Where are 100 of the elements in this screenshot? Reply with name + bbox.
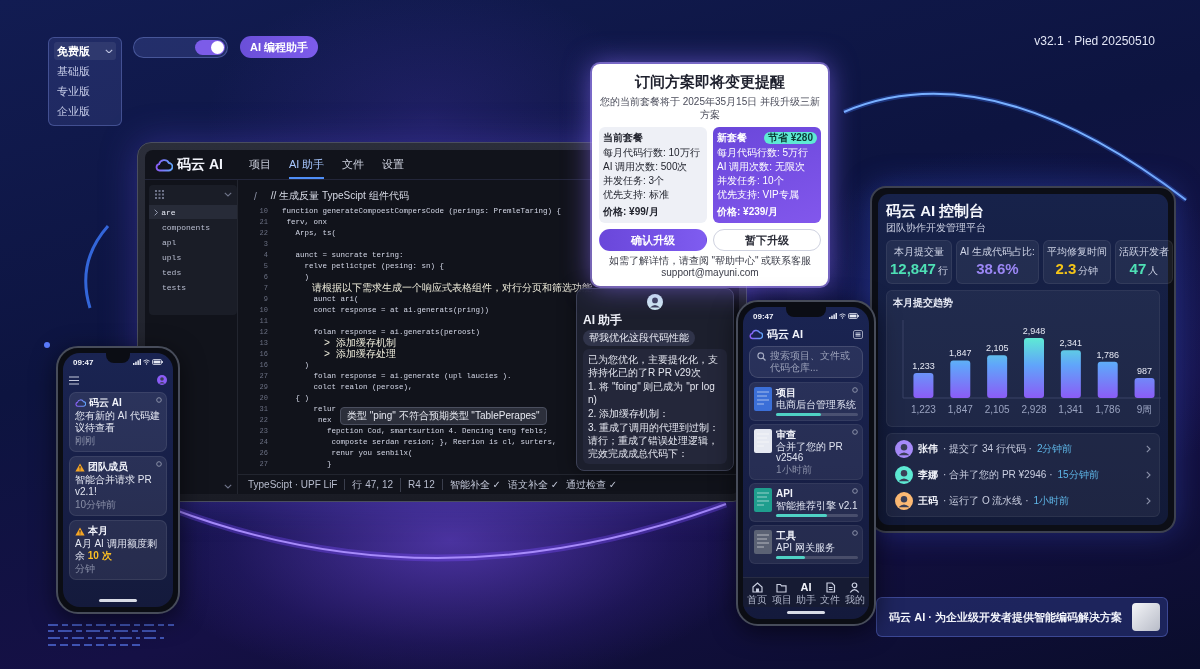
home-indicator [787, 611, 825, 614]
file-tree-item[interactable]: components [149, 220, 237, 234]
search-field[interactable]: 搜索项目、文件或代码仓库... [749, 346, 863, 378]
notification-card[interactable]: 本月 A月 AI 调用额度剩余 10 次 分钟 [69, 520, 167, 580]
nav-tab[interactable]: 设置 [382, 150, 405, 179]
later-button[interactable]: 暂下升级 [713, 229, 821, 251]
ring-icon [852, 488, 858, 494]
project-title: 审查 [776, 429, 796, 440]
signal-icon [133, 359, 141, 365]
chevron-right-icon [1146, 497, 1151, 505]
user-name: 张伟 [918, 442, 938, 456]
notification-text: 您有新的 AI 代码建议待查看 [75, 410, 161, 434]
chevron-right-icon [1146, 471, 1151, 479]
notification-title: 码云 AI [89, 397, 122, 409]
nav-tab[interactable]: AI 助手 [288, 150, 325, 179]
dialog-title: 订间方案即将变更提醒 [633, 72, 786, 91]
avatar-icon [157, 375, 167, 385]
project-subtitle: API 网关服务 [776, 542, 836, 553]
activity-text: · 合并了您的 PR ¥2946 · [943, 468, 1053, 482]
bar-value-label: 2,948 [1022, 326, 1046, 336]
menu-icon[interactable] [853, 329, 863, 339]
stat-label: 本月提交量 [893, 246, 944, 258]
chart-bar [1060, 350, 1081, 398]
file-tree-item[interactable]: teds [149, 265, 237, 279]
activity-row[interactable]: 李娜 · 合并了您的 PR ¥2946 · 15分钟前 [895, 462, 1151, 488]
project-time: 1小时前 [776, 464, 812, 475]
prompt-chip: 帮我优化这段代码性能 [583, 330, 695, 346]
stat-label: AI 生成代码占比: [959, 246, 1035, 258]
menu-item[interactable]: 企业版 [54, 102, 116, 120]
path-text: / [254, 190, 257, 202]
reply-step: 1. 将 "foing" 则已成为 "pr log n) [588, 380, 722, 406]
reply-step: 3. 重成了调用的代理到过制：请行；重成了错误处理逻辑，完效完成成总代码下： [588, 421, 722, 460]
plan-feature: 优先支持: VIP专属 [717, 188, 800, 201]
stat-unit: 分钟 [1078, 264, 1099, 278]
stat-unit: 行 [937, 264, 948, 278]
stat-label: 活跃开发者 [1118, 246, 1169, 258]
menu-item[interactable]: 专业版 [54, 82, 116, 100]
axis-label: 1,223 [910, 404, 936, 415]
help-text: 如需了解详情，请查阅 "帮助中心" 或联系客服 support@mayuni.com [607, 255, 813, 279]
phone-notch [106, 353, 130, 363]
wifi-icon [839, 313, 846, 319]
notification-title: 团队成员 [88, 461, 128, 473]
project-card[interactable]: 审查 合并了您的 PR v2546 1小时前 [749, 424, 863, 480]
chevron-down-icon [224, 192, 232, 197]
code-note: > 添加缓存处理 [323, 349, 396, 360]
project-card[interactable]: 工具 API 网关服务 [749, 525, 863, 564]
status-item: R4 12 [408, 479, 443, 490]
activity-row[interactable]: 王码 · 运行了 O 流水线 · 1小时前 [895, 488, 1151, 514]
plan-feature: 优先支持: 标准 [603, 188, 670, 201]
notification-card[interactable]: 团队成员 智能合并请求 PR v2.1! 10分钟前 [69, 456, 167, 516]
brand-name: 码云 AI [177, 155, 223, 174]
activity-text: · 提交了 34 行代码 · [943, 442, 1032, 456]
tab-item[interactable]: 我的 [844, 582, 865, 605]
plan-feature: AI 调用次数: 无限次 [717, 160, 806, 173]
tab-item[interactable]: AI 助手 [795, 582, 816, 605]
nav-tab[interactable]: 项目 [248, 150, 271, 179]
axis-label: 9周 [1136, 404, 1153, 415]
ring-icon [852, 530, 858, 536]
bar-value-label: 1,233 [912, 360, 935, 371]
status-time: 09:47 [73, 357, 94, 367]
dot-icon [44, 342, 50, 348]
chart-bar [987, 355, 1008, 398]
file-tree-item[interactable]: upls [149, 250, 237, 264]
tab-item[interactable]: 首页 [747, 582, 768, 605]
menu-icon[interactable] [69, 375, 79, 385]
code-comment: // 生成反量 TypeScipt 组件代码 [270, 189, 409, 203]
notification-text: 智能合并请求 PR v2.1! [75, 474, 153, 498]
toggle-switch[interactable] [133, 37, 228, 58]
stat-unit: 人 [1148, 264, 1159, 278]
notification-time: 分钟 [75, 563, 96, 575]
home-indicator [99, 599, 137, 602]
stat-value: 47 [1129, 260, 1147, 278]
chevron-right-icon [1146, 445, 1151, 453]
wifi-icon [143, 359, 150, 365]
bar-value-label: 1,847 [949, 348, 972, 359]
file-tree-item[interactable]: tests [149, 280, 237, 294]
menu-item[interactable]: 基础版 [54, 62, 116, 80]
file-tree-item[interactable]: apl [149, 235, 237, 249]
activity-row[interactable]: 张伟 · 提交了 34 行代码 · 2分钟前 [895, 436, 1151, 462]
upgrade-button[interactable]: 确认升级 [599, 229, 707, 251]
stat-value: 12,847 [890, 260, 936, 278]
project-card[interactable]: API 智能推荐引擎 v2.1 [749, 483, 863, 522]
project-subtitle: 电商后台管理系统 [776, 399, 857, 410]
tab-item[interactable]: 项目 [771, 582, 792, 605]
user-name: 李娜 [918, 468, 938, 482]
menu-item[interactable]: 免费版 [54, 42, 116, 60]
project-card[interactable]: 项目 电商后台管理系统 [749, 382, 863, 421]
stat-value: 2.3 [1055, 260, 1077, 278]
reply-step: 2. 添加缓存机制： [588, 407, 722, 420]
project-title: 工具 [776, 530, 796, 541]
plan-feature: 每月代码行数: 5万行 [717, 146, 810, 159]
battery-icon [848, 313, 859, 319]
notification-card[interactable]: 码云 AI 您有新的 AI 代码建议待查看 刚刚 [69, 392, 167, 452]
nav-tab[interactable]: 文件 [342, 150, 365, 179]
ring-icon [852, 387, 858, 393]
project-subtitle: 合并了您的 PR v2546 [776, 441, 844, 463]
tab-item[interactable]: 文件 [820, 582, 841, 605]
file-tree-item[interactable]: are [149, 205, 237, 219]
home-icon [751, 582, 763, 593]
person-icon [849, 582, 861, 593]
